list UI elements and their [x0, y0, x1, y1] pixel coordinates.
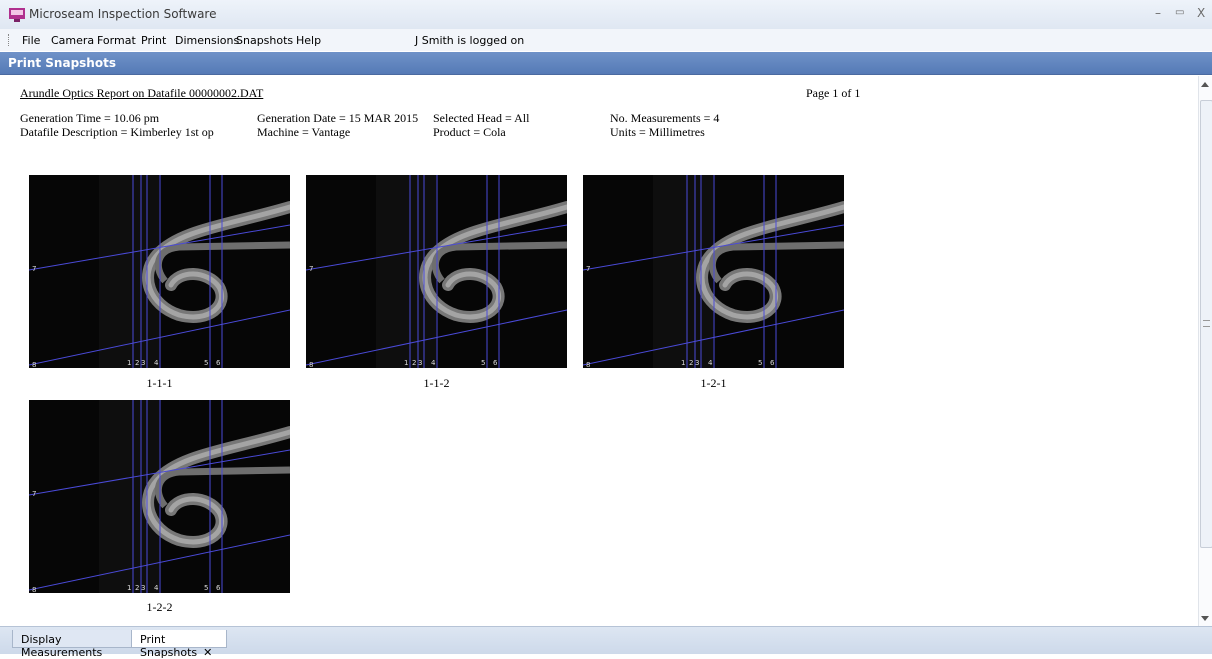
- measurement-label: 1: [681, 359, 685, 367]
- measurement-label: 4: [708, 359, 713, 367]
- measurement-label: 5: [758, 359, 762, 367]
- tab-display-measurements[interactable]: Display Measurements: [12, 630, 132, 659]
- snapshot-caption: 1-1-2: [423, 376, 450, 390]
- measurement-label: 3: [141, 359, 145, 367]
- measurement-label: 5: [204, 584, 208, 592]
- menu-print[interactable]: Print: [141, 34, 166, 47]
- measurement-label: 5: [204, 359, 208, 367]
- measurement-label: 5: [481, 359, 485, 367]
- units: Units = Millimetres: [610, 125, 705, 139]
- measurement-label: 1: [127, 584, 131, 592]
- vertical-scrollbar[interactable]: [1198, 76, 1212, 626]
- datafile-description: Datafile Description = Kimberley 1st op: [20, 125, 214, 139]
- reference-label: 7: [586, 265, 590, 273]
- reference-label: 7: [32, 265, 36, 273]
- measurement-label: 3: [418, 359, 422, 367]
- product: Product = Cola: [433, 125, 506, 139]
- tab-label: Print Snapshots: [140, 633, 198, 659]
- restore-button[interactable]: ▭: [1175, 7, 1184, 18]
- measurement-label: 2: [412, 359, 416, 367]
- measurement-label: 6: [770, 359, 775, 367]
- snapshot-caption: 1-2-1: [700, 376, 727, 390]
- panel-title: Print Snapshots: [8, 56, 116, 70]
- generation-time: Generation Time = 10.06 pm: [20, 111, 160, 125]
- measurement-label: 3: [141, 584, 145, 592]
- menu-format[interactable]: Format: [97, 34, 136, 47]
- window-title: Microseam Inspection Software: [29, 7, 217, 21]
- measurement-label: 4: [154, 584, 159, 592]
- generation-date: Generation Date = 15 MAR 2015: [257, 111, 419, 125]
- menu-bar: File Camera Format Print Dimensions Snap…: [0, 29, 1212, 51]
- minimize-button[interactable]: –: [1155, 6, 1161, 20]
- measurement-label: 2: [135, 359, 139, 367]
- measurement-label: 2: [135, 584, 139, 592]
- measurement-label: 1: [127, 359, 131, 367]
- measurement-label: 4: [154, 359, 159, 367]
- tab-bar: Display Measurements Print Snapshots ✕: [0, 626, 1212, 659]
- measurement-label: 6: [493, 359, 498, 367]
- menu-file[interactable]: File: [22, 34, 40, 47]
- page-number: Page 1 of 1: [806, 86, 861, 100]
- scroll-down-icon[interactable]: [1201, 616, 1209, 621]
- no-measurements: No. Measurements = 4: [610, 111, 720, 125]
- title-bar: Microseam Inspection Software – ▭ X: [0, 0, 1212, 30]
- reference-label: 8: [32, 361, 36, 368]
- selected-head: Selected Head = All: [433, 111, 530, 125]
- machine: Machine = Vantage: [257, 125, 351, 139]
- tab-print-snapshots[interactable]: Print Snapshots ✕: [131, 630, 227, 659]
- menu-snapshots[interactable]: Snapshots: [236, 34, 293, 47]
- measurement-label: 3: [695, 359, 699, 367]
- report-content: Arundle Optics Report on Datafile 000000…: [0, 76, 1198, 626]
- measurement-label: 6: [216, 584, 221, 592]
- menu-camera[interactable]: Camera: [51, 34, 94, 47]
- reference-label: 7: [309, 265, 313, 273]
- menu-dimensions[interactable]: Dimensions: [175, 34, 239, 47]
- app-icon: [9, 8, 25, 22]
- snapshot-image: 123 4 56 7 8: [29, 175, 290, 368]
- report-title: Arundle Optics Report on Datafile 000000…: [20, 86, 264, 100]
- tab-label: Display Measurements: [21, 633, 103, 659]
- reference-label: 8: [32, 586, 36, 593]
- scroll-thumb[interactable]: [1200, 100, 1212, 548]
- measurement-label: 4: [431, 359, 436, 367]
- reference-label: 8: [586, 361, 590, 368]
- grip-icon: [1203, 320, 1210, 327]
- menu-help[interactable]: Help: [296, 34, 321, 47]
- reference-label: 7: [32, 490, 36, 498]
- menu-grip-icon: [8, 34, 11, 46]
- snapshot-caption: 1-1-1: [146, 376, 173, 390]
- scroll-up-icon[interactable]: [1201, 82, 1209, 87]
- reference-label: 8: [309, 361, 313, 368]
- measurement-label: 1: [404, 359, 408, 367]
- close-button[interactable]: X: [1197, 6, 1205, 20]
- measurement-label: 6: [216, 359, 221, 367]
- panel-header: Print Snapshots: [0, 52, 1212, 75]
- snapshot-image: 123 4 56 7 8: [29, 400, 290, 593]
- login-status: J Smith is logged on: [415, 34, 525, 47]
- snapshot-image: 123 4 56 7 8: [583, 175, 844, 368]
- snapshot-caption: 1-2-2: [146, 600, 173, 614]
- snapshot-image: 123 4 56 7 8: [306, 175, 567, 368]
- measurement-label: 2: [689, 359, 693, 367]
